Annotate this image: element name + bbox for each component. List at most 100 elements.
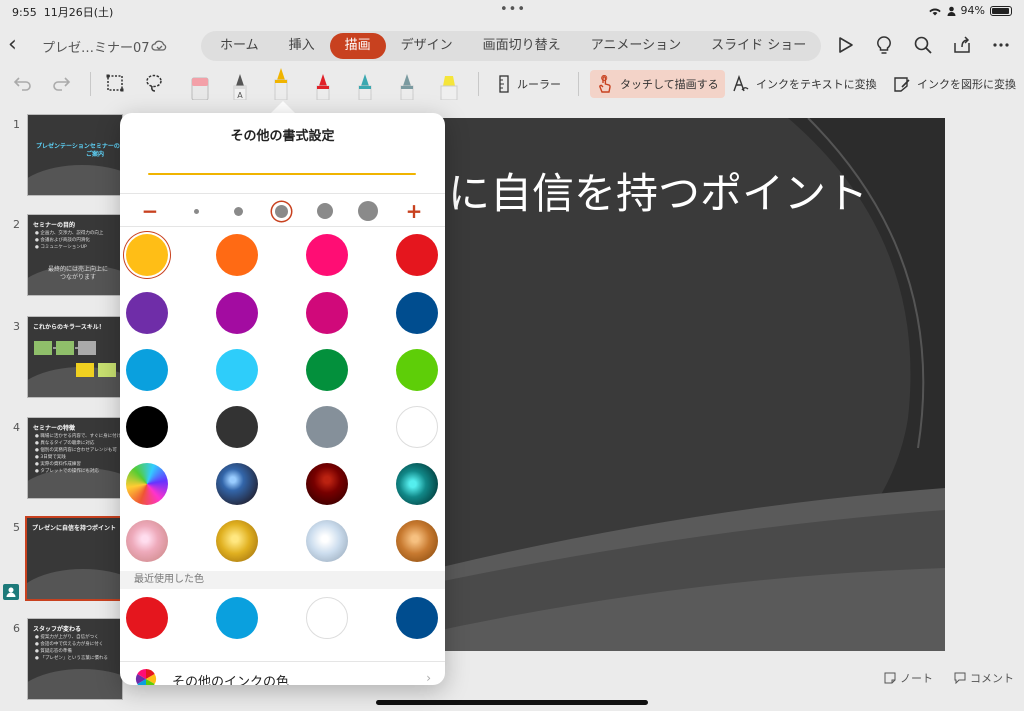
thickness-option-4[interactable] <box>310 194 340 228</box>
bronze-texture[interactable] <box>396 520 438 562</box>
back-chevron-icon[interactable]: ‹ <box>8 32 30 58</box>
recent-colors-header: 最近使用した色 <box>120 571 445 589</box>
color-swatch[interactable] <box>216 292 258 334</box>
slide-thumbnail-2[interactable]: セミナーの目的 ● 企画力、交渉力、説得力の向上 ● 会議および商談の円滑化 ● コミ… <box>27 214 123 296</box>
color-swatch[interactable] <box>126 234 168 276</box>
color-swatch[interactable] <box>216 349 258 391</box>
thumbnail-bullet: ● 企画力、交渉力、説得力の向上 <box>35 231 104 236</box>
tab-4[interactable]: 画面切り替え <box>468 33 576 59</box>
eraser-icon[interactable] <box>188 66 212 100</box>
select-objects-icon[interactable] <box>104 72 126 94</box>
pen-icon[interactable] <box>311 66 335 100</box>
color-swatch[interactable] <box>306 292 348 334</box>
silver-texture[interactable] <box>306 520 348 562</box>
comments-button[interactable]: コメント <box>954 670 1014 686</box>
presenter-icon[interactable] <box>3 584 19 600</box>
pen-icon[interactable]: A <box>228 66 252 100</box>
lightbulb-icon[interactable] <box>873 34 895 56</box>
tab-0[interactable]: ホーム <box>205 33 274 59</box>
more-ink-colors-label: その他のインクの色 <box>172 675 290 685</box>
color-swatch[interactable] <box>306 234 348 276</box>
person-icon <box>947 6 956 16</box>
recent-color-swatch[interactable] <box>216 597 258 639</box>
ink-to-text-button[interactable]: インクをテキストに変換 <box>732 70 877 98</box>
ruler-button[interactable]: ルーラー <box>497 70 561 98</box>
toolbar-divider <box>578 72 579 96</box>
toolbar-divider <box>478 72 479 96</box>
thickness-option-2[interactable] <box>223 194 253 228</box>
touch-draw-button[interactable]: タッチして描画する <box>590 70 725 98</box>
tab-5[interactable]: アニメーション <box>576 33 696 59</box>
stroke-preview <box>148 173 416 175</box>
slide-thumbnail-5[interactable]: プレゼンに自信を持つポイント <box>25 516 125 601</box>
touch-draw-label: タッチして描画する <box>620 78 719 91</box>
tab-6[interactable]: スライド ショー <box>696 33 821 59</box>
color-swatch[interactable] <box>306 349 348 391</box>
recent-color-swatch[interactable] <box>306 597 348 639</box>
undo-icon[interactable] <box>12 72 34 94</box>
recent-color-swatch[interactable] <box>126 597 168 639</box>
multitask-dots[interactable]: ••• <box>500 2 526 17</box>
document-title[interactable]: プレゼ…ミナー07 <box>42 37 150 56</box>
galaxy-texture[interactable] <box>216 463 258 505</box>
color-swatch[interactable] <box>216 234 258 276</box>
pen-icon[interactable] <box>269 66 293 100</box>
thickness-decrease-button[interactable]: − <box>135 194 165 228</box>
color-swatch[interactable] <box>306 406 348 448</box>
ruler-icon <box>499 75 509 93</box>
lasso-select-icon[interactable] <box>143 72 165 94</box>
ribbon-tabs: ホーム 挿入 描画 デザイン 画面切り替え アニメーション スライド ショー <box>201 31 821 61</box>
slide-thumbnail-4[interactable]: セミナーの特徴 ● 職場に活かせる内容で、すぐに身に付ける ● 異なるタイプの聴衆に… <box>27 417 123 499</box>
color-swatch[interactable] <box>396 349 438 391</box>
slide-thumbnail-1[interactable]: プレゼンテーションセミナーの ご案内 <box>27 114 123 196</box>
thickness-option-1[interactable] <box>181 194 211 228</box>
battery-icon <box>990 5 1012 16</box>
lava-texture[interactable] <box>306 463 348 505</box>
share-icon[interactable] <box>951 34 973 56</box>
notes-button[interactable]: ノート <box>884 670 933 686</box>
notes-icon <box>884 672 896 684</box>
color-swatch[interactable] <box>126 349 168 391</box>
thumbnail-title: プレゼンに自信を持つポイント <box>32 525 117 532</box>
pen-icon[interactable] <box>395 66 419 100</box>
top-actions <box>834 34 1012 56</box>
slide-number: 1 <box>13 118 20 131</box>
rose-gold-texture[interactable] <box>126 520 168 562</box>
highlighter-icon[interactable] <box>437 66 461 100</box>
tab-3[interactable]: デザイン <box>386 33 468 59</box>
slide-number: 3 <box>13 320 20 333</box>
color-swatch[interactable] <box>126 406 168 448</box>
thickness-option-5[interactable] <box>353 194 383 228</box>
gold-texture[interactable] <box>216 520 258 562</box>
top-bar: ‹ プレゼ…ミナー07 ホーム 挿入 描画 デザイン 画面切り替え アニメーション スライド… <box>0 28 1024 64</box>
pen-icon[interactable] <box>353 66 377 100</box>
ocean-texture[interactable] <box>396 463 438 505</box>
play-icon[interactable] <box>834 34 856 56</box>
rainbow-texture[interactable] <box>126 463 168 505</box>
color-swatch[interactable] <box>396 234 438 276</box>
redo-icon[interactable] <box>50 72 72 94</box>
search-icon[interactable] <box>912 34 934 56</box>
more-ink-colors-item[interactable]: その他のインクの色 › <box>120 661 445 685</box>
color-swatch[interactable] <box>216 406 258 448</box>
thumbnail-bullet: ● 会議および商談の円滑化 <box>35 238 90 243</box>
thickness-option-3[interactable] <box>266 194 296 228</box>
tab-2[interactable]: 描画 <box>329 33 386 59</box>
autosave-cloud-icon[interactable] <box>150 37 168 55</box>
wifi-icon <box>928 8 941 15</box>
color-swatch[interactable] <box>396 406 438 448</box>
chevron-right-icon: › <box>426 671 431 685</box>
color-swatch[interactable] <box>126 292 168 334</box>
thumbnail-bullet: ● 個別の実務内容に合わせアレンジも可 <box>35 448 117 453</box>
home-indicator[interactable] <box>376 700 648 705</box>
color-swatch[interactable] <box>396 292 438 334</box>
tab-1[interactable]: 挿入 <box>274 33 330 59</box>
slide-thumbnail-panel: 1 プレゼンテーションセミナーの ご案内 2 セミナーの目的 ● 企画力、交渉力、説得力の… <box>0 104 140 711</box>
ink-to-shape-button[interactable]: インクを図形に変換 <box>893 70 1016 98</box>
slide-thumbnail-3[interactable]: これからのキラースキル！ <box>27 316 123 398</box>
slide-title[interactable]: に自信を持つポイント <box>448 160 868 221</box>
thickness-increase-button[interactable]: + <box>399 194 429 228</box>
recent-color-swatch[interactable] <box>396 597 438 639</box>
notes-label: ノート <box>900 672 933 685</box>
more-icon[interactable] <box>990 34 1012 56</box>
